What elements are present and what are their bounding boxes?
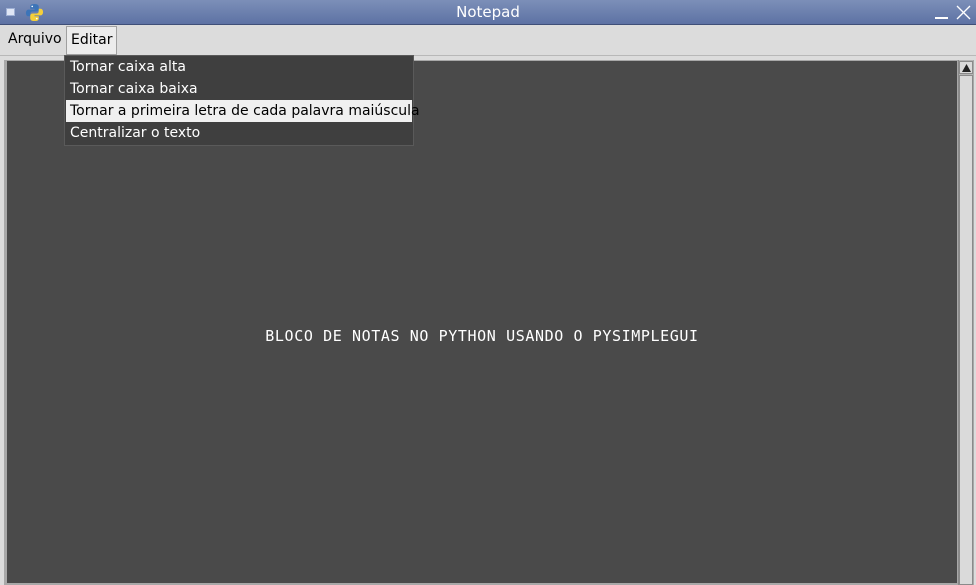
menu-editar[interactable]: Editar xyxy=(66,26,118,55)
menu-item-uppercase[interactable]: Tornar caixa alta xyxy=(66,56,412,78)
minimize-icon[interactable] xyxy=(935,17,948,19)
menu-item-lowercase[interactable]: Tornar caixa baixa xyxy=(66,78,412,100)
editor-text: BLOCO DE NOTAS NO PYTHON USANDO O PYSIMP… xyxy=(265,327,699,345)
window-title: Notepad xyxy=(456,3,520,21)
menu-bar: Arquivo Editar xyxy=(0,25,976,56)
title-bar[interactable]: Notepad xyxy=(0,0,976,25)
vertical-scrollbar[interactable] xyxy=(958,60,973,585)
scroll-thumb[interactable] xyxy=(959,75,973,585)
notepad-window: Notepad Arquivo Editar BLOCO DE NOTAS NO… xyxy=(0,0,976,585)
scroll-up-button[interactable] xyxy=(959,61,973,74)
menu-item-center-text[interactable]: Centralizar o texto xyxy=(66,122,412,144)
menu-item-capitalize[interactable]: Tornar a primeira letra de cada palavra … xyxy=(66,100,420,122)
edit-menu-dropdown: Tornar caixa alta Tornar caixa baixa Tor… xyxy=(64,55,420,146)
close-icon[interactable] xyxy=(955,4,972,21)
arrow-up-icon xyxy=(962,64,971,72)
menu-arquivo[interactable]: Arquivo xyxy=(4,27,66,52)
